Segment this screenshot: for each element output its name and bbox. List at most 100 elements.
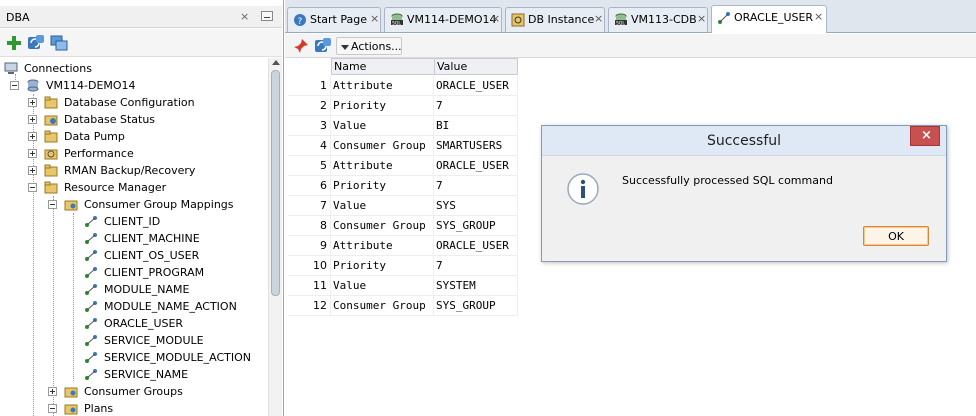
tree-item-mapping[interactable]: CLIENT_OS_USER: [84, 247, 264, 264]
scroll-up-icon[interactable]: [272, 60, 280, 65]
folder-icon: [44, 130, 58, 143]
tree-label: CLIENT_PROGRAM: [104, 266, 205, 279]
expand-toggle[interactable]: [28, 166, 37, 175]
cell-value[interactable]: BI: [434, 116, 518, 136]
column-header-value[interactable]: Value: [434, 58, 518, 75]
expand-toggle[interactable]: [28, 115, 37, 124]
cell-value[interactable]: 7: [434, 96, 518, 116]
tab-oracle-user[interactable]: ORACLE_USER ×: [711, 5, 827, 33]
actions-dropdown[interactable]: Actions...: [336, 37, 402, 55]
tree-item-mapping[interactable]: SERVICE_MODULE_ACTION: [84, 349, 264, 366]
expand-toggle[interactable]: [48, 387, 57, 396]
collapse-toggle[interactable]: [48, 200, 57, 209]
actions-label: Actions...: [351, 40, 402, 53]
tab-vm113-cdb[interactable]: SQL VM113-CDB ×: [608, 7, 708, 32]
cell-value[interactable]: ORACLE_USER: [434, 236, 518, 256]
add-connection-icon[interactable]: [5, 34, 23, 52]
column-header-name[interactable]: Name: [331, 58, 435, 75]
tab-label: DB Instance: [528, 13, 595, 26]
tab-db-instance[interactable]: DB Instance ×: [505, 7, 605, 32]
cell-value[interactable]: ORACLE_USER: [434, 76, 518, 96]
cell-name[interactable]: Attribute: [331, 236, 434, 256]
mapping-icon: [85, 284, 97, 295]
cell-name[interactable]: Attribute: [331, 76, 434, 96]
folder-icon: [44, 181, 58, 194]
cell-value[interactable]: SYS_GROUP: [434, 296, 518, 316]
tree-item-rman[interactable]: RMAN Backup/Recovery: [28, 162, 258, 179]
cell-name[interactable]: Value: [331, 116, 434, 136]
scroll-thumb[interactable]: [271, 70, 280, 296]
tree-item-mapping[interactable]: MODULE_NAME: [84, 281, 264, 298]
tab-label: Start Page: [310, 13, 367, 26]
dialog-titlebar[interactable]: Successful ×: [542, 126, 946, 156]
tree-item-consumer-groups[interactable]: Consumer Groups: [48, 383, 258, 400]
minimize-icon[interactable]: [261, 11, 273, 21]
tree-item-mapping[interactable]: CLIENT_ID: [84, 213, 264, 230]
tree-item-database-status[interactable]: Database Status: [28, 111, 258, 128]
cell-name[interactable]: Value: [331, 196, 434, 216]
collapse-toggle[interactable]: [10, 81, 19, 90]
mapping-icon: [85, 352, 97, 363]
tree-item-connection[interactable]: VM114-DEMO14: [10, 77, 260, 94]
row-number: 5: [288, 156, 331, 176]
cell-value[interactable]: SMARTUSERS: [434, 136, 518, 156]
expand-toggle[interactable]: [28, 132, 37, 141]
tree-item-database-configuration[interactable]: Database Configuration: [28, 94, 258, 111]
tree-item-consumer-group-mappings[interactable]: Consumer Group Mappings: [48, 196, 258, 213]
tree-item-connections[interactable]: Connections: [4, 60, 264, 77]
close-icon[interactable]: ×: [240, 10, 249, 23]
editor-toolbar: Actions...: [285, 34, 976, 58]
tab-bar: ? Start Page × SQL VM114-DEMO14 × DB Ins…: [285, 0, 976, 33]
tab-vm114-demo14[interactable]: SQL VM114-DEMO14 ×: [384, 7, 502, 32]
tree-item-mapping[interactable]: MODULE_NAME_ACTION: [84, 298, 264, 315]
dba-panel-header: DBA ×: [0, 6, 282, 28]
cell-name[interactable]: Consumer Group: [331, 296, 434, 316]
tree-item-data-pump[interactable]: Data Pump: [28, 128, 258, 145]
expand-toggle[interactable]: [28, 98, 37, 107]
svg-text:SQL: SQL: [392, 21, 401, 27]
cell-name[interactable]: Priority: [331, 256, 434, 276]
tree-item-plans[interactable]: Plans: [48, 400, 258, 416]
cell-name[interactable]: Priority: [331, 96, 434, 116]
collapse-toggle[interactable]: [48, 404, 57, 413]
pin-icon[interactable]: [293, 38, 309, 54]
tree-scrollbar[interactable]: [268, 58, 282, 416]
expand-toggle[interactable]: [28, 149, 37, 158]
tab-start-page[interactable]: ? Start Page ×: [287, 7, 381, 32]
cell-name[interactable]: Consumer Group: [331, 136, 434, 156]
close-icon[interactable]: ×: [594, 12, 603, 25]
refresh-icon[interactable]: [314, 37, 332, 55]
tree-item-mapping[interactable]: CLIENT_MACHINE: [84, 230, 264, 247]
tree-item-mapping[interactable]: ORACLE_USER: [84, 315, 264, 332]
filter-icon[interactable]: [50, 34, 68, 52]
tree-item-resource-manager[interactable]: Resource Manager: [28, 179, 258, 196]
dialog-close-button[interactable]: ×: [910, 126, 940, 146]
cell-value[interactable]: SYS_GROUP: [434, 216, 518, 236]
cell-value[interactable]: ORACLE_USER: [434, 156, 518, 176]
cell-name[interactable]: Priority: [331, 176, 434, 196]
cell-name[interactable]: Attribute: [331, 156, 434, 176]
row-number: 11: [288, 276, 331, 296]
cell-name[interactable]: Value: [331, 276, 434, 296]
cell-value[interactable]: 7: [434, 256, 518, 276]
tree-item-mapping[interactable]: SERVICE_MODULE: [84, 332, 264, 349]
cell-value[interactable]: 7: [434, 176, 518, 196]
cell-value[interactable]: SYSTEM: [434, 276, 518, 296]
close-icon[interactable]: ×: [370, 12, 379, 25]
folder-icon: [44, 164, 58, 177]
close-icon[interactable]: ×: [697, 12, 706, 25]
tree-item-mapping[interactable]: SERVICE_NAME: [84, 366, 264, 383]
tree-label: Database Status: [64, 113, 156, 126]
ok-button[interactable]: OK: [863, 226, 929, 246]
cell-value[interactable]: SYS: [434, 196, 518, 216]
tree-label: ORACLE_USER: [104, 317, 184, 330]
close-icon[interactable]: ×: [814, 10, 823, 23]
collapse-toggle[interactable]: [28, 183, 37, 192]
mapping-icon: [85, 301, 97, 312]
cell-name[interactable]: Consumer Group: [331, 216, 434, 236]
tree-item-performance[interactable]: Performance: [28, 145, 258, 162]
close-icon[interactable]: ×: [491, 12, 500, 25]
refresh-icon[interactable]: [27, 34, 45, 52]
tree-item-mapping[interactable]: CLIENT_PROGRAM: [84, 264, 264, 281]
tree-label: Performance: [64, 147, 134, 160]
